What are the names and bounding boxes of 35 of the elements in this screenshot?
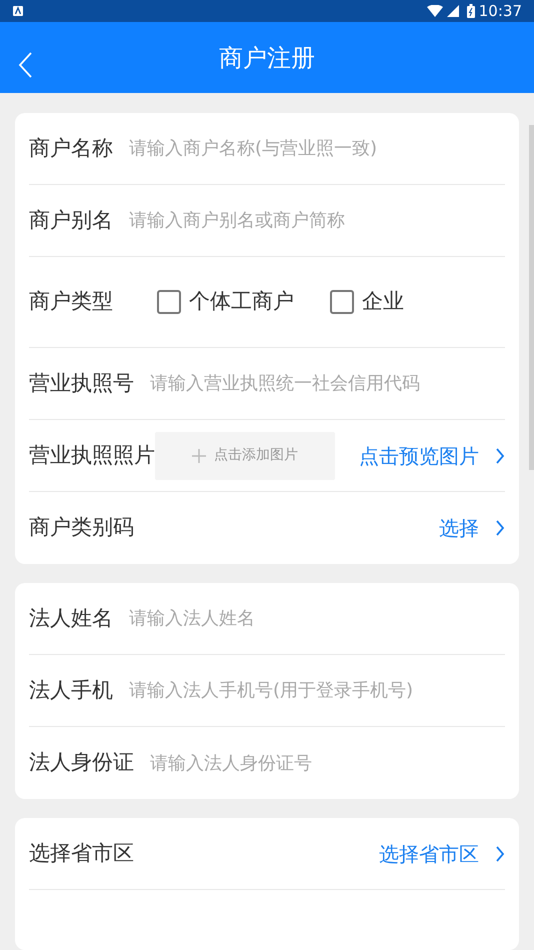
field-label: 选择省市区 [29, 840, 134, 867]
select-link[interactable]: 选择 [439, 513, 479, 543]
plus-icon [192, 448, 206, 462]
clock-time: 10:37 [478, 0, 522, 22]
text-field[interactable]: 请输入法人姓名 [129, 605, 505, 632]
field-label: 法人手机 [29, 676, 113, 704]
checkbox[interactable] [330, 290, 354, 314]
field-label: 商户别名 [29, 206, 113, 234]
battery-icon [466, 4, 475, 18]
field-label: 商户类别码 [29, 514, 134, 542]
text-field[interactable]: 请输入商户别名或商户简称 [129, 207, 505, 234]
back-icon [18, 52, 32, 78]
text-field[interactable]: 请输入营业执照统一社会信用代码 [150, 370, 505, 397]
text-field[interactable]: 请输入法人手机号(用于登录手机号) [129, 677, 505, 704]
page-title: 商户注册 [219, 42, 315, 74]
signal-icon [446, 5, 459, 17]
notification-icon [12, 5, 24, 17]
text-field[interactable]: 请输入商户名称(与营业照一致) [129, 135, 505, 162]
field-label: 商户类型 [29, 288, 113, 316]
field-label: 法人姓名 [29, 604, 113, 632]
field-label: 商户名称 [29, 134, 113, 162]
checkbox[interactable] [157, 290, 181, 314]
chevron-right-icon [495, 844, 505, 862]
add-image-button[interactable]: 点击添加图片 [155, 432, 335, 480]
field-label: 营业执照号 [29, 370, 134, 397]
preview-link[interactable]: 点击预览图片 [359, 440, 479, 470]
chevron-right-icon [495, 519, 505, 537]
field-label: 营业执照照片 [29, 442, 155, 469]
field-label: 法人身份证 [29, 749, 134, 776]
text-field[interactable]: 请输入法人身份证号 [150, 750, 505, 776]
chevron-right-icon [495, 446, 505, 464]
select-link[interactable]: 选择省市区 [379, 838, 479, 868]
option-label: 个体工商户 [189, 288, 294, 316]
option-label: 企业 [362, 288, 404, 316]
wifi-icon [426, 5, 443, 17]
